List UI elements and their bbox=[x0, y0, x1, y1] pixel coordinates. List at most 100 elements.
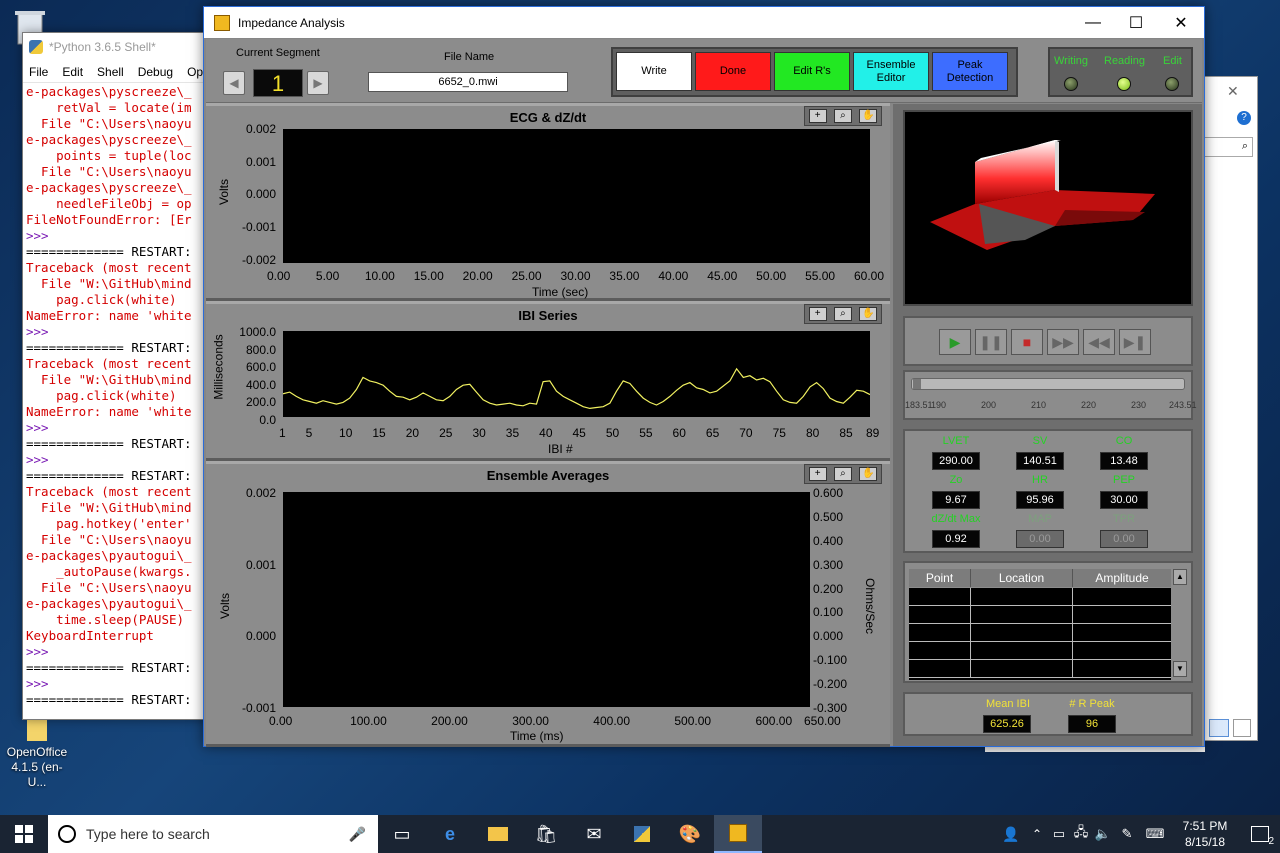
col-location[interactable]: Location bbox=[971, 569, 1073, 587]
ibi-plot-area[interactable] bbox=[283, 331, 870, 417]
close-icon[interactable]: ✕ bbox=[1227, 83, 1239, 100]
table-row[interactable] bbox=[909, 624, 1171, 642]
help-icon[interactable]: ? bbox=[1237, 111, 1251, 125]
shell-line: File "C:\Users\naoyu bbox=[26, 116, 192, 131]
fast-forward-button[interactable]: ▶▶ bbox=[1047, 329, 1079, 355]
maximize-button[interactable]: ☐ bbox=[1113, 7, 1159, 38]
table-row[interactable] bbox=[909, 642, 1171, 660]
table-row[interactable] bbox=[909, 660, 1171, 678]
stop-button[interactable]: ■ bbox=[1011, 329, 1043, 355]
file-name-field[interactable]: 6652_0.mwi bbox=[368, 72, 568, 92]
peak-detection-button[interactable]: Peak Detection bbox=[932, 52, 1008, 91]
write-button[interactable]: Write bbox=[616, 52, 692, 91]
table-row[interactable] bbox=[909, 588, 1171, 606]
ia-titlebar[interactable]: Impedance Analysis — ☐ ✕ bbox=[204, 7, 1204, 38]
peak-table[interactable]: Point Location Amplitude ▲ ▼ bbox=[903, 561, 1193, 683]
battery-icon[interactable]: ▭ bbox=[1048, 815, 1070, 853]
ensemble-plot-area[interactable] bbox=[283, 492, 810, 707]
peak-table-body[interactable] bbox=[909, 588, 1171, 680]
col-point[interactable]: Point bbox=[909, 569, 971, 587]
ensemble-zoom-tool-icon[interactable]: ⌕ bbox=[833, 467, 852, 481]
ensemble-y2-tick: 0.500 bbox=[813, 509, 844, 524]
play-button[interactable]: ▶ bbox=[939, 329, 971, 355]
clock[interactable]: 7:51 PM 8/15/18 bbox=[1170, 818, 1240, 850]
ensemble-pan-tool-icon[interactable]: ✋ bbox=[859, 467, 878, 481]
show-hidden-icons[interactable]: ⌃ bbox=[1026, 815, 1048, 853]
ibi-zoom-tool-icon[interactable]: ⌕ bbox=[833, 307, 852, 321]
large-icons-view-icon[interactable] bbox=[1233, 719, 1251, 737]
menu-shell[interactable]: Shell bbox=[97, 65, 124, 79]
network-icon[interactable]: 🖧 bbox=[1070, 815, 1092, 853]
ibi-x-tick: 75 bbox=[772, 426, 786, 440]
pause-button[interactable]: ❚❚ bbox=[975, 329, 1007, 355]
file-explorer-icon[interactable] bbox=[474, 815, 522, 853]
3d-surface-view[interactable] bbox=[903, 110, 1193, 306]
start-button[interactable] bbox=[0, 815, 48, 853]
python-taskbar-icon[interactable] bbox=[618, 815, 666, 853]
taskbar-search[interactable]: Type here to search 🎤 bbox=[48, 815, 378, 853]
ibi-pan-tool-icon[interactable]: ✋ bbox=[859, 307, 878, 321]
rewind-button[interactable]: ◀◀ bbox=[1083, 329, 1115, 355]
microphone-icon[interactable]: 🎤 bbox=[349, 826, 366, 843]
volume-icon[interactable]: 🔈 bbox=[1092, 815, 1114, 853]
search-box[interactable]: ⌕ bbox=[1203, 137, 1253, 157]
edge-icon[interactable]: e bbox=[426, 815, 474, 853]
ecg-cursor-tool-icon[interactable]: + bbox=[808, 109, 827, 123]
ibi-x-tick: 60 bbox=[672, 426, 686, 440]
metric-value: 30.00 bbox=[1100, 491, 1148, 509]
ecg-x-tick: 60.00 bbox=[854, 269, 885, 283]
col-amplitude[interactable]: Amplitude bbox=[1073, 569, 1171, 587]
table-cell bbox=[909, 624, 971, 642]
edit-rs-button[interactable]: Edit R's bbox=[774, 52, 850, 91]
paint-icon[interactable]: 🎨 bbox=[666, 815, 714, 853]
next-frame-button[interactable]: ▶❚ bbox=[1119, 329, 1151, 355]
ibi-cursor-tool-icon[interactable]: + bbox=[808, 307, 827, 321]
close-button[interactable]: ✕ bbox=[1158, 7, 1204, 38]
slider-thumb[interactable] bbox=[913, 379, 921, 389]
segment-value[interactable]: 1 bbox=[253, 69, 303, 97]
done-button[interactable]: Done bbox=[695, 52, 771, 91]
menu-file[interactable]: File bbox=[29, 65, 48, 79]
openoffice-icon[interactable]: OpenOffice 4.1.5 (en-U... bbox=[2, 716, 72, 790]
slider-track[interactable] bbox=[911, 378, 1185, 390]
shell-line: File "C:\Users\naoyu bbox=[26, 532, 192, 547]
keyboard-icon[interactable]: ⌨ bbox=[1140, 815, 1170, 853]
python-shell-titlebar[interactable]: *Python 3.6.5 Shell* bbox=[23, 33, 211, 61]
ecg-zoom-tool-icon[interactable]: ⌕ bbox=[833, 109, 852, 123]
ensemble-editor-button[interactable]: Ensemble Editor bbox=[853, 52, 929, 91]
metric-label: CO bbox=[1115, 435, 1133, 447]
menu-debug[interactable]: Debug bbox=[138, 65, 173, 79]
task-view-icon[interactable]: ▭ bbox=[378, 815, 426, 853]
python-shell-window[interactable]: *Python 3.6.5 Shell* File Edit Shell Deb… bbox=[22, 32, 212, 720]
peak-table-header: Point Location Amplitude bbox=[909, 569, 1171, 587]
metric-label: MAP bbox=[1028, 513, 1052, 525]
impedance-analysis-window[interactable]: Impedance Analysis — ☐ ✕ Current Segment… bbox=[203, 6, 1205, 747]
table-cell bbox=[1073, 624, 1171, 642]
action-center-icon[interactable]: 2 bbox=[1240, 815, 1280, 853]
scroll-up-arrow[interactable]: ▲ bbox=[1173, 569, 1187, 585]
time-slider[interactable]: 183.51 190 200 210 220 230 243.51 bbox=[903, 370, 1197, 420]
next-segment-button[interactable]: ▶ bbox=[307, 71, 329, 95]
impedance-analysis-taskbar-icon[interactable] bbox=[714, 815, 762, 853]
ecg-x-tick: 55.00 bbox=[805, 269, 836, 283]
shell-line: e-packages\pyscreeze\_ bbox=[26, 132, 192, 147]
ecg-pan-tool-icon[interactable]: ✋ bbox=[859, 109, 878, 123]
shell-line: e-packages\pyscreeze\_ bbox=[26, 180, 192, 195]
ensemble-cursor-tool-icon[interactable]: + bbox=[808, 467, 827, 481]
transport-controls: ▶ ❚❚ ■ ▶▶ ◀◀ ▶❚ bbox=[903, 316, 1193, 366]
minimize-button[interactable]: — bbox=[1070, 7, 1116, 38]
ibi-x-tick: 30 bbox=[472, 426, 486, 440]
mail-icon[interactable]: ✉ bbox=[570, 815, 618, 853]
python-shell-output[interactable]: e-packages\pyscreeze\_ retVal = locate(i… bbox=[23, 83, 211, 709]
pen-icon[interactable]: ✎ bbox=[1114, 815, 1140, 853]
store-icon[interactable]: 🛍 bbox=[522, 815, 570, 853]
ensemble-y2-tick: 0.400 bbox=[813, 533, 844, 548]
people-icon[interactable]: 👤 bbox=[996, 815, 1026, 853]
prev-segment-button[interactable]: ◀ bbox=[223, 71, 245, 95]
ecg-plot-area[interactable] bbox=[283, 129, 870, 263]
details-view-icon[interactable] bbox=[1209, 719, 1229, 737]
table-row[interactable] bbox=[909, 606, 1171, 624]
scroll-down-arrow[interactable]: ▼ bbox=[1173, 661, 1187, 677]
slider-tick: 243.51 bbox=[1169, 400, 1197, 410]
menu-edit[interactable]: Edit bbox=[62, 65, 83, 79]
